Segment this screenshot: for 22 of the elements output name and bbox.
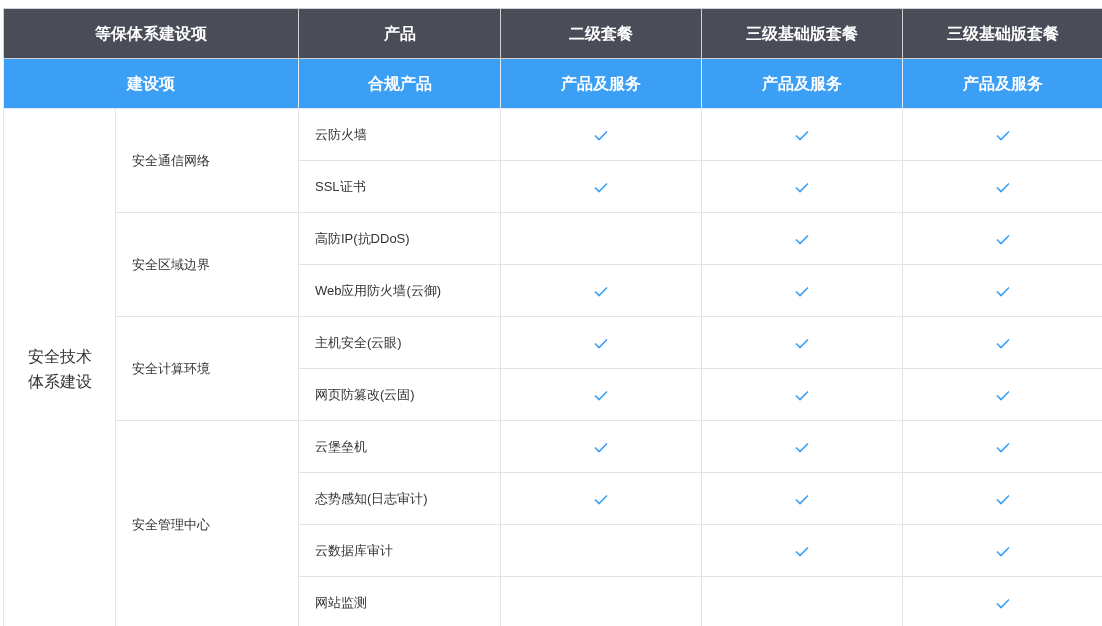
table-cell: Web应用防火墙(云御) bbox=[298, 264, 501, 317]
column-header: 建设项 bbox=[3, 58, 299, 109]
column-header: 三级基础版套餐 bbox=[902, 8, 1102, 59]
table-cell: 云防火墙 bbox=[298, 108, 501, 161]
column-header: 等保体系建设项 bbox=[3, 8, 299, 59]
table-cell: 安全区域边界 bbox=[115, 212, 299, 317]
column-header: 产品 bbox=[298, 8, 501, 59]
column-header: 合规产品 bbox=[298, 58, 501, 109]
column-header: 二级套餐 bbox=[500, 8, 702, 59]
table-cell: 态势感知(日志审计) bbox=[298, 472, 501, 525]
table-cell: 网页防篡改(云固) bbox=[298, 368, 501, 421]
column-header: 产品及服务 bbox=[701, 58, 903, 109]
table-cell: SSL证书 bbox=[298, 160, 501, 213]
table-cell: 云堡垒机 bbox=[298, 420, 501, 473]
table-cell: 安全通信网络 bbox=[115, 108, 299, 213]
column-header: 产品及服务 bbox=[500, 58, 702, 109]
section-label: 安全技术体系建设 bbox=[28, 346, 93, 392]
column-header: 三级基础版套餐 bbox=[701, 8, 903, 59]
table-cell: 主机安全(云眼) bbox=[298, 316, 501, 369]
table-cell: 高防IP(抗DDoS) bbox=[298, 212, 501, 265]
table-cell: 安全计算环境 bbox=[115, 316, 299, 421]
table-cell: 云数据库审计 bbox=[298, 524, 501, 577]
